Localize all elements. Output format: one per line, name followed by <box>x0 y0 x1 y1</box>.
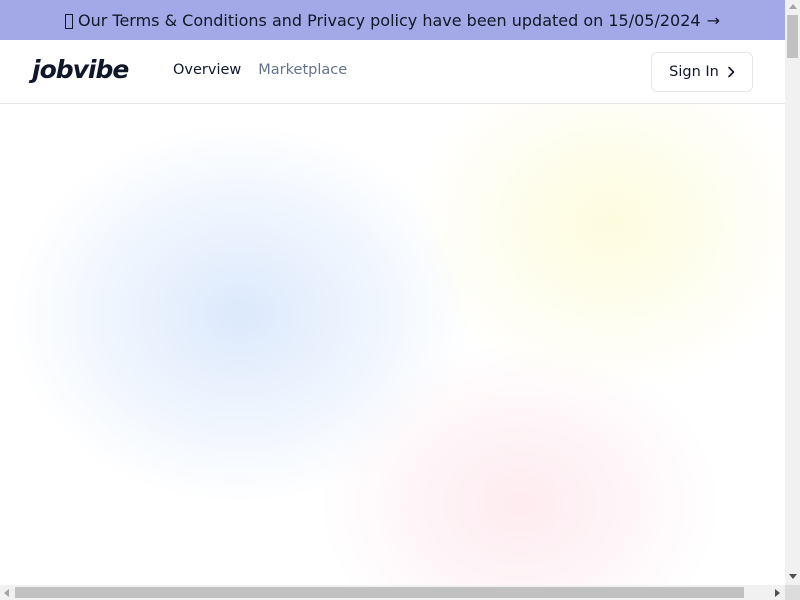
vertical-scroll-thumb[interactable] <box>787 15 798 58</box>
chevron-right-icon <box>727 66 735 78</box>
announcement-banner[interactable]: Our Terms & Conditions and Privacy polic… <box>0 0 785 40</box>
page-viewport: Our Terms & Conditions and Privacy polic… <box>0 0 785 585</box>
missing-glyph-icon <box>65 13 73 29</box>
scroll-right-arrow-icon[interactable] <box>775 589 780 597</box>
announcement-text: Our Terms & Conditions and Privacy polic… <box>78 10 701 30</box>
nav-overview[interactable]: Overview <box>173 62 241 78</box>
logo[interactable]: jobvibe <box>32 55 129 84</box>
scroll-left-arrow-icon[interactable] <box>4 589 9 597</box>
scrollbar-corner <box>785 585 800 600</box>
hero-gradient <box>0 104 785 585</box>
arrow-right-icon: → <box>706 10 720 30</box>
sign-in-label: Sign In <box>669 64 719 80</box>
nav-marketplace[interactable]: Marketplace <box>258 62 347 78</box>
vertical-scrollbar[interactable] <box>785 0 800 585</box>
site-header: jobvibe Overview Marketplace Sign In <box>0 40 785 104</box>
scroll-up-arrow-icon[interactable] <box>789 4 797 9</box>
main-nav: Overview Marketplace <box>173 62 347 78</box>
horizontal-scrollbar[interactable] <box>0 585 785 600</box>
sign-in-button[interactable]: Sign In <box>651 52 753 92</box>
horizontal-scroll-thumb[interactable] <box>15 587 744 598</box>
scroll-down-arrow-icon[interactable] <box>789 574 797 579</box>
